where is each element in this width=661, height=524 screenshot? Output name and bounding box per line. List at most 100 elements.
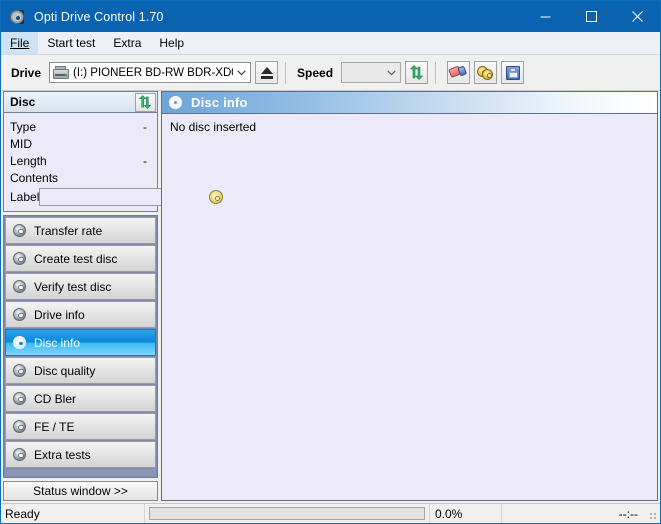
menu-extra[interactable]: Extra [104,32,150,54]
drive-select[interactable]: (I:) PIONEER BD-RW BDR-XD04 1.30 [49,62,252,83]
maximize-button[interactable] [568,1,614,32]
disc-field-contents-key: Contents [10,170,59,185]
left-column: Disc Type - MID Length - Contents Label … [3,91,228,503]
disc-panel-title: Disc [10,95,36,109]
app-icon [10,9,26,25]
disc-icon [12,251,28,267]
disc-field-type-value: - [143,119,147,134]
save-button[interactable] [501,61,525,84]
sidebar-item-create-test-disc[interactable]: Create test disc [5,245,156,272]
menu-extra-label: Extra [113,36,142,50]
window-title: Opti Drive Control 1.70 [34,9,164,24]
status-spacer [501,504,566,523]
menu-file[interactable]: File [1,32,39,54]
menu-help-label: Help [159,36,185,50]
disc-label-row: Label [10,187,228,207]
sidebar-item-drive-info[interactable]: Drive info [5,301,156,328]
disc-icon [12,307,28,323]
chevron-down-icon [233,63,250,82]
refresh-icon [138,94,153,110]
disc-label-key: Label [10,190,40,204]
disc-icon [12,363,28,379]
status-window-button[interactable]: Status window >> [3,481,158,501]
content-panel-header: Disc info [162,92,657,114]
sidebar-item-disc-quality[interactable]: Disc quality [5,357,156,384]
disc-field-length-key: Length [10,153,47,168]
disc-fields: Type - MID Length - Contents Label [4,113,228,211]
resize-grip-icon[interactable] [646,504,660,523]
status-progress-percent: 0.0% [429,504,501,523]
sidebar-item-cd-bler[interactable]: CD Bler [5,385,156,412]
disc-status-text: No disc inserted [170,120,257,134]
speed-label: Speed [297,65,334,80]
content-panel: Disc info No disc inserted [161,91,658,501]
disc-info-icon [169,95,183,110]
window-controls [522,1,660,32]
menu-help[interactable]: Help [150,32,193,54]
sidebar-item-label: Transfer rate [34,223,103,238]
sidebar-item-label: Disc info [34,335,81,350]
progress-bar [149,507,425,520]
disc-panel-header: Disc [4,92,157,113]
menu-start-test-label: Start test [47,36,96,50]
minimize-button[interactable] [522,1,568,32]
chevron-down-icon [383,63,400,82]
nav-filler [5,469,156,476]
menu-file-label: File [10,36,30,50]
title-bar: Opti Drive Control 1.70 [1,1,660,32]
sidebar-item-label: Create test disc [34,251,118,266]
disc-icon [12,391,28,407]
disc-icon [12,335,28,351]
refresh-speed-button[interactable] [405,61,429,84]
disc-refresh-button[interactable] [135,92,156,112]
application-window: Opti Drive Control 1.70 File Start test … [0,0,661,524]
gold-discs-icon [477,65,494,80]
toolbar: Drive (I:) PIONEER BD-RW BDR-XD04 1.30 S… [1,55,660,91]
eraser-icon [448,63,469,81]
disc-field-length: Length - [10,152,153,169]
status-bar: Ready 0.0% --:-- [1,503,660,523]
disc-icon [12,447,28,463]
content-panel-title: Disc info [191,95,248,110]
disc-field-contents: Contents [10,169,153,186]
disc-icon [12,419,28,435]
disc-field-type-key: Type [10,119,37,134]
sidebar-item-label: Drive info [34,307,85,322]
toolbar-separator-1 [285,61,287,84]
eject-icon [260,66,273,79]
eject-button[interactable] [255,61,279,84]
disc-field-length-value: - [143,153,147,168]
sidebar-item-label: CD Bler [34,391,77,406]
drive-select-value: (I:) PIONEER BD-RW BDR-XD04 1.30 [73,66,233,79]
refresh-icon [409,65,424,80]
status-time: --:-- [618,506,638,521]
speed-select[interactable] [341,62,402,83]
sidebar-item-verify-test-disc[interactable]: Verify test disc [5,273,156,300]
close-button[interactable] [614,1,660,32]
toolbar-separator-2 [435,61,437,84]
erase-disc-button[interactable] [447,61,471,84]
sidebar-item-disc-info[interactable]: Disc info [5,329,156,356]
sidebar-item-label: Extra tests [34,447,91,462]
sidebar-item-label: FE / TE [34,419,75,434]
drive-label: Drive [11,65,42,80]
sidebar-item-label: Disc quality [34,363,96,378]
disc-icon [12,279,28,295]
disc-panel: Disc Type - MID Length - Contents Label [3,91,228,212]
floppy-save-icon [505,65,520,80]
disc-tools-button[interactable] [474,61,498,84]
content-panel-body: No disc inserted [162,114,657,500]
menu-bar: File Start test Extra Help [1,32,660,55]
sidebar-item-transfer-rate[interactable]: Transfer rate [5,217,156,244]
sidebar-item-extra-tests[interactable]: Extra tests [5,441,156,468]
sidebar-item-fe-te[interactable]: FE / TE [5,413,156,440]
status-progress-cell [145,504,429,523]
main-area: Disc Type - MID Length - Contents Label … [1,91,660,503]
disc-icon [12,223,28,239]
status-state: Ready [1,504,145,523]
optical-drive-icon [53,65,70,80]
disc-field-mid-key: MID [10,136,32,151]
menu-start-test[interactable]: Start test [38,32,104,54]
test-navigation-list: Transfer rate Create test disc Verify te… [3,215,158,478]
sidebar-item-label: Verify test disc [34,279,112,294]
